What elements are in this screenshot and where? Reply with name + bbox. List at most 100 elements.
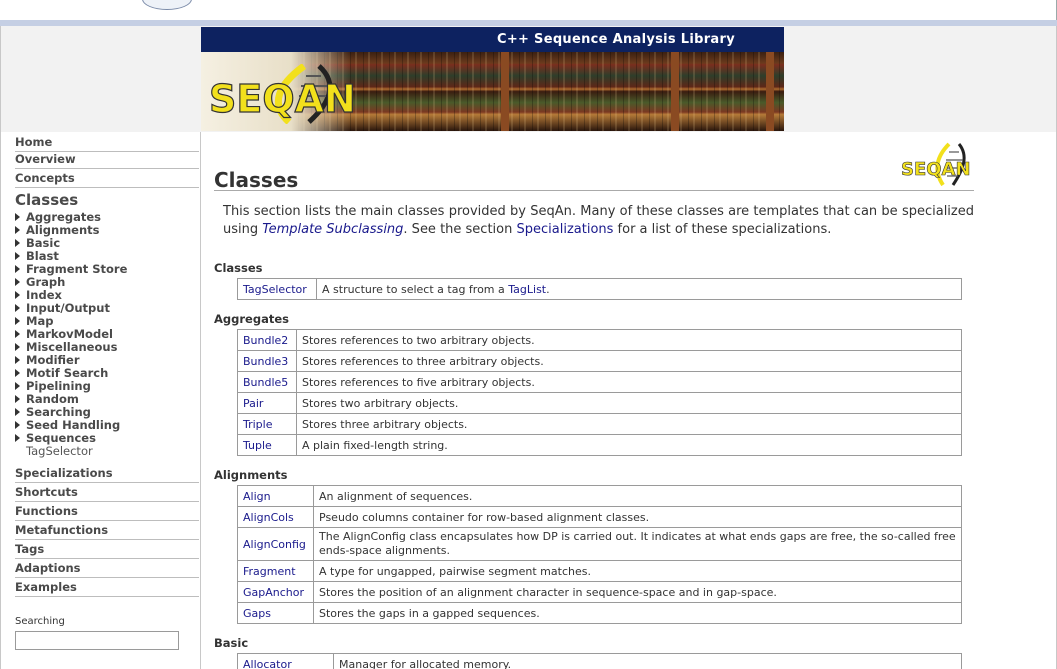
sidebar-item-label: Miscellaneous — [26, 340, 118, 354]
sidebar-item-home[interactable]: Home — [15, 134, 199, 152]
sidebar-item-adaptions[interactable]: Adaptions — [15, 560, 199, 578]
class-description: A plain fixed-length string. — [296, 434, 962, 456]
table-row: Tuple A plain fixed-length string. — [237, 434, 962, 456]
class-name-link[interactable]: AlignConfig — [237, 527, 314, 561]
page-title: Classes — [214, 168, 299, 192]
expand-triangle-icon — [15, 434, 20, 442]
class-name-link[interactable]: Align — [237, 485, 314, 507]
expand-triangle-icon — [15, 408, 20, 416]
sidebar-item-label: Aggregates — [26, 210, 101, 224]
sidebar-item-label: Sequences — [26, 431, 96, 445]
class-description: A type for ungapped, pairwise segment ma… — [313, 560, 962, 582]
sidebar-item-label: Modifier — [26, 353, 80, 367]
sidebar-item-label: Input/Output — [26, 301, 110, 315]
classes-table: TagSelector A structure to select a tag … — [237, 278, 962, 300]
class-description: Stores two arbitrary objects. — [296, 392, 962, 414]
class-name-link[interactable]: Bundle2 — [237, 329, 297, 351]
section-heading-aggregates: Aggregates — [214, 312, 289, 326]
class-description: Stores references to two arbitrary objec… — [296, 329, 962, 351]
intro-paragraph: This section lists the main classes prov… — [223, 203, 974, 239]
taglist-link[interactable]: TagList — [508, 283, 546, 296]
sidebar-item-label: Fragment Store — [26, 262, 128, 276]
class-description: Stores the position of an alignment char… — [313, 581, 962, 603]
class-description: Pseudo columns container for row-based a… — [313, 506, 962, 528]
expand-triangle-icon — [15, 330, 20, 338]
expand-triangle-icon — [15, 395, 20, 403]
sidebar-item-shortcuts[interactable]: Shortcuts — [15, 484, 199, 502]
expand-triangle-icon — [15, 252, 20, 260]
table-row: Bundle3 Stores references to three arbitr… — [237, 350, 962, 372]
table-row: Align An alignment of sequences. — [237, 485, 962, 507]
expand-triangle-icon — [15, 382, 20, 390]
intro-text: . See the section — [403, 222, 517, 237]
aggregates-table: Bundle2 Stores references to two arbitrar… — [237, 329, 962, 456]
seqan-small-logo-icon: SEQAN — [901, 142, 971, 187]
sidebar-current-section[interactable]: Classes — [15, 191, 78, 209]
expand-triangle-icon — [15, 369, 20, 377]
table-row: TagSelector A structure to select a tag … — [237, 278, 962, 300]
shelf-post — [766, 52, 774, 131]
basic-table: Allocator Manager for allocated memory. — [237, 653, 962, 669]
svg-text:SEQAN: SEQAN — [209, 77, 356, 121]
sidebar-item-label: Motif Search — [26, 366, 109, 380]
class-name-link[interactable]: Bundle5 — [237, 371, 297, 393]
sidebar-item-metafunctions[interactable]: Metafunctions — [15, 522, 199, 540]
expand-triangle-icon — [15, 278, 20, 286]
description-text: A structure to select a tag from a — [322, 282, 509, 296]
sidebar-item-examples[interactable]: Examples — [15, 579, 199, 597]
class-description: A structure to select a tag from a TagLi… — [316, 278, 962, 300]
section-heading-alignments: Alignments — [214, 468, 288, 482]
sidebar-item-concepts[interactable]: Concepts — [15, 170, 199, 188]
sidebar-item-specializations[interactable]: Specializations — [15, 465, 199, 483]
expand-triangle-icon — [15, 265, 20, 273]
class-description: Manager for allocated memory. — [333, 653, 962, 669]
banner-bookshelf-image: SEQAN — [201, 52, 784, 131]
table-row: Allocator Manager for allocated memory. — [237, 653, 962, 669]
table-row: Bundle5 Stores references to five arbitra… — [237, 371, 962, 393]
table-row: Fragment A type for ungapped, pairwise se… — [237, 560, 962, 582]
class-name-link[interactable]: AlignCols — [237, 506, 314, 528]
alignments-table: Align An alignment of sequences. AlignCol… — [237, 485, 962, 624]
sidebar-item-tags[interactable]: Tags — [15, 541, 199, 559]
class-name-link[interactable]: TagSelector — [237, 278, 317, 300]
shelf-post — [501, 52, 509, 131]
specializations-link[interactable]: Specializations — [517, 222, 614, 237]
sidebar-item-overview[interactable]: Overview — [15, 151, 199, 169]
sidebar-item-label: Random — [26, 392, 79, 406]
shelf-post — [671, 52, 679, 131]
expand-triangle-icon — [15, 304, 20, 312]
sidebar-item-label: Searching — [26, 405, 91, 419]
class-name-link[interactable]: Bundle3 — [237, 350, 297, 372]
class-description: The AlignConfig class encapsulates how D… — [313, 527, 962, 561]
class-name-link[interactable]: Triple — [237, 413, 297, 435]
sidebar-item-label: Seed Handling — [26, 418, 121, 432]
sidebar-item-label: Graph — [26, 275, 66, 289]
class-name-link[interactable]: Allocator — [237, 653, 334, 669]
class-description: Stores three arbitrary objects. — [296, 413, 962, 435]
template-subclassing-link[interactable]: Template Subclassing — [262, 222, 403, 237]
class-name-link[interactable]: GapAnchor — [237, 581, 314, 603]
class-description: Stores references to five arbitrary obje… — [296, 371, 962, 393]
sidebar-item-tagselector[interactable]: TagSelector — [26, 445, 93, 458]
table-row: AlignConfig The AlignConfig class encapsu… — [237, 527, 962, 561]
search-input[interactable] — [15, 631, 179, 650]
sidebar-item-label: Index — [26, 288, 62, 302]
title-divider — [214, 190, 974, 191]
class-name-link[interactable]: Tuple — [237, 434, 297, 456]
expand-triangle-icon — [15, 343, 20, 351]
class-name-link[interactable]: Gaps — [237, 602, 314, 624]
class-description: An alignment of sequences. — [313, 485, 962, 507]
expand-triangle-icon — [15, 226, 20, 234]
section-heading-classes: Classes — [214, 261, 263, 275]
class-description: Stores the gaps in a gapped sequences. — [313, 602, 962, 624]
site-banner[interactable]: C++ Sequence Analysis Library SEQAN — [201, 27, 784, 131]
expand-triangle-icon — [15, 356, 20, 364]
class-name-link[interactable]: Fragment — [237, 560, 314, 582]
table-row: Pair Stores two arbitrary objects. — [237, 392, 962, 414]
table-row: GapAnchor Stores the position of an align… — [237, 581, 962, 603]
sidebar-item-functions[interactable]: Functions — [15, 503, 199, 521]
class-description: Stores references to three arbitrary obj… — [296, 350, 962, 372]
table-row: AlignCols Pseudo columns container for ro… — [237, 506, 962, 528]
main-content: SEQAN Classes This section lists the mai… — [201, 132, 1057, 669]
class-name-link[interactable]: Pair — [237, 392, 297, 414]
